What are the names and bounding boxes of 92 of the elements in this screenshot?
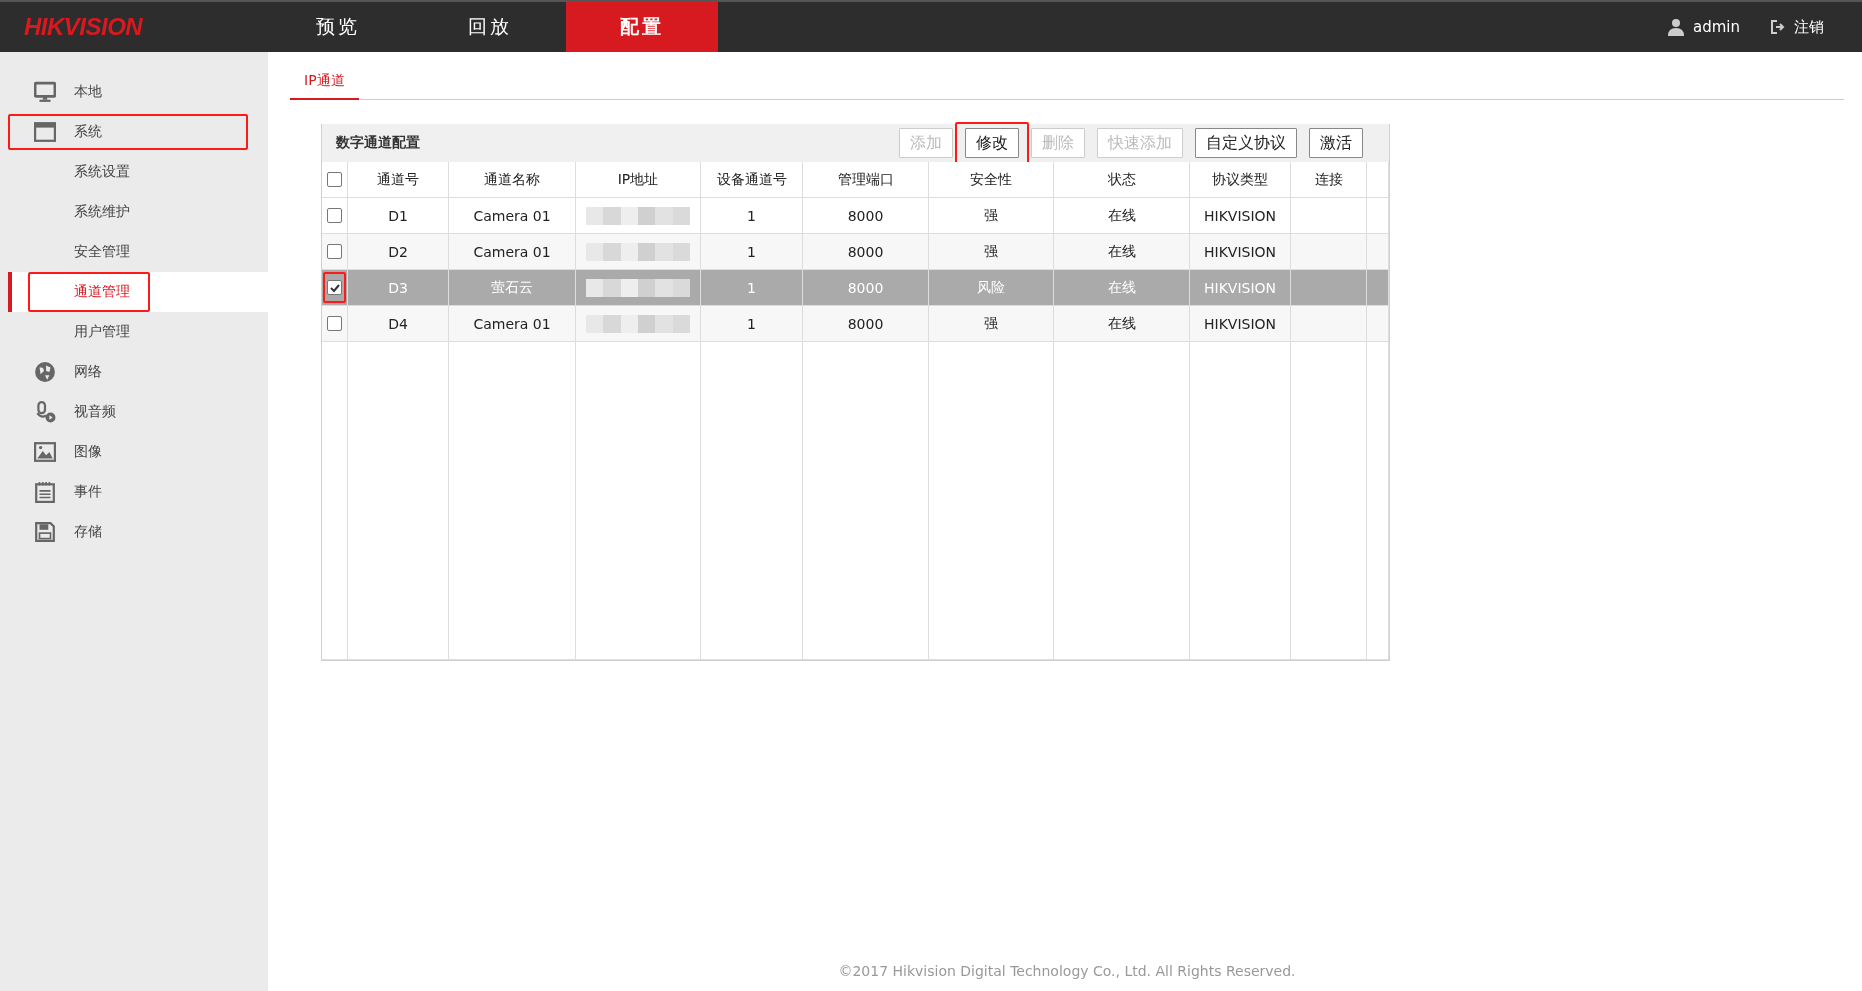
table-cell: Camera 01 [449,306,576,342]
logout-link[interactable]: 注销 [1794,17,1824,37]
sidebar-label: 系统设置 [74,163,130,181]
sidebar-label: 通道管理 [74,283,130,301]
column-header [1367,162,1389,198]
checkbox[interactable] [327,172,342,187]
column-header: 安全性 [929,162,1054,198]
column-header: 管理端口 [803,162,929,198]
sidebar-item[interactable]: 系统 [8,112,268,152]
sidebar-label: 图像 [74,443,102,461]
copyright-text: ©2017 Hikvision Digital Technology Co., Ltd. All Rights Reserved. [838,963,1296,979]
table-cell: D3 [348,270,449,306]
toolbar-button[interactable]: 自定义协议 [1195,128,1297,158]
toolbar-button[interactable]: 修改 [965,128,1019,158]
toolbar-button[interactable]: 激活 [1309,128,1363,158]
nav-tab[interactable]: 配置 [566,2,718,52]
sidebar-label: 用户管理 [74,323,130,341]
column-header: 协议类型 [1190,162,1291,198]
microphone-icon [34,401,56,423]
panel-title: 数字通道配置 [336,134,420,152]
sidebar-label: 安全管理 [74,243,130,261]
sidebar-label: 视音频 [74,403,116,421]
sidebar-label: 事件 [74,483,102,501]
sidebar-item[interactable]: 事件 [8,472,268,512]
sidebar-item[interactable]: 存储 [8,512,268,552]
sidebar-subitem[interactable]: 系统维护 [8,192,268,232]
window-icon [34,121,56,143]
table-cell: 在线 [1054,306,1190,342]
brand-logo: HIKVISION [23,12,144,42]
table-cell: 8000 [803,270,929,306]
logout-icon[interactable] [1770,19,1786,35]
checkbox[interactable] [327,316,342,331]
table-cell: 强 [929,306,1054,342]
sidebar-label: 系统维护 [74,203,130,221]
table-cell: Camera 01 [449,198,576,234]
table-cell: 萤石云 [449,270,576,306]
image-icon [34,441,56,463]
table-cell: HIKVISION [1190,306,1291,342]
table-cell: 1 [701,198,803,234]
table-cell: 8000 [803,306,929,342]
table-cell: Camera 01 [449,234,576,270]
column-header: 连接 [1291,162,1367,198]
nav-tab[interactable]: 预览 [262,2,414,52]
sidebar-item[interactable]: 图像 [8,432,268,472]
sidebar-subitem[interactable]: 系统设置 [8,152,268,192]
table-cell: 1 [701,306,803,342]
sidebar-subitem[interactable]: 用户管理 [8,312,268,352]
table-cell: HIKVISION [1190,234,1291,270]
checkbox[interactable] [327,280,342,295]
monitor-icon [34,81,56,103]
table-cell: D4 [348,306,449,342]
sidebar-label: 网络 [74,363,102,381]
table-cell [1367,270,1389,306]
column-header: 状态 [1054,162,1190,198]
table-cell: 风险 [929,270,1054,306]
table-cell: 在线 [1054,270,1190,306]
table-cell [1367,306,1389,342]
table-cell: HIKVISION [1190,270,1291,306]
column-header: IP地址 [576,162,701,198]
sidebar-label: 存储 [74,523,102,541]
table-cell: D1 [348,198,449,234]
tab[interactable]: IP通道 [290,72,359,100]
nav-tab[interactable]: 回放 [414,2,566,52]
column-header: 通道名称 [449,162,576,198]
column-header: 通道号 [348,162,449,198]
table-cell: 在线 [1054,234,1190,270]
checkbox[interactable] [327,244,342,259]
checkbox[interactable] [327,208,342,223]
sidebar-item[interactable]: 网络 [8,352,268,392]
table-cell: 1 [701,234,803,270]
sidebar-item[interactable]: 视音频 [8,392,268,432]
table-cell [1367,234,1389,270]
table-cell: 1 [701,270,803,306]
table-cell: 强 [929,198,1054,234]
table-cell: D2 [348,234,449,270]
sidebar-subitem[interactable]: 通道管理 [8,272,268,312]
table-cell: 在线 [1054,198,1190,234]
calendar-icon [34,481,56,503]
sidebar-subitem[interactable]: 安全管理 [8,232,268,272]
checkmark-icon [329,282,340,293]
table-cell: HIKVISION [1190,198,1291,234]
sidebar-item[interactable]: 本地 [8,72,268,112]
globe-icon [34,361,56,383]
table-cell: 8000 [803,198,929,234]
username-label: admin [1693,18,1740,36]
table-cell: 强 [929,234,1054,270]
table-cell [1367,198,1389,234]
user-icon [1667,18,1685,36]
sidebar-label: 本地 [74,83,102,101]
column-header: 设备通道号 [701,162,803,198]
table-cell: 8000 [803,234,929,270]
sidebar-label: 系统 [74,123,102,141]
